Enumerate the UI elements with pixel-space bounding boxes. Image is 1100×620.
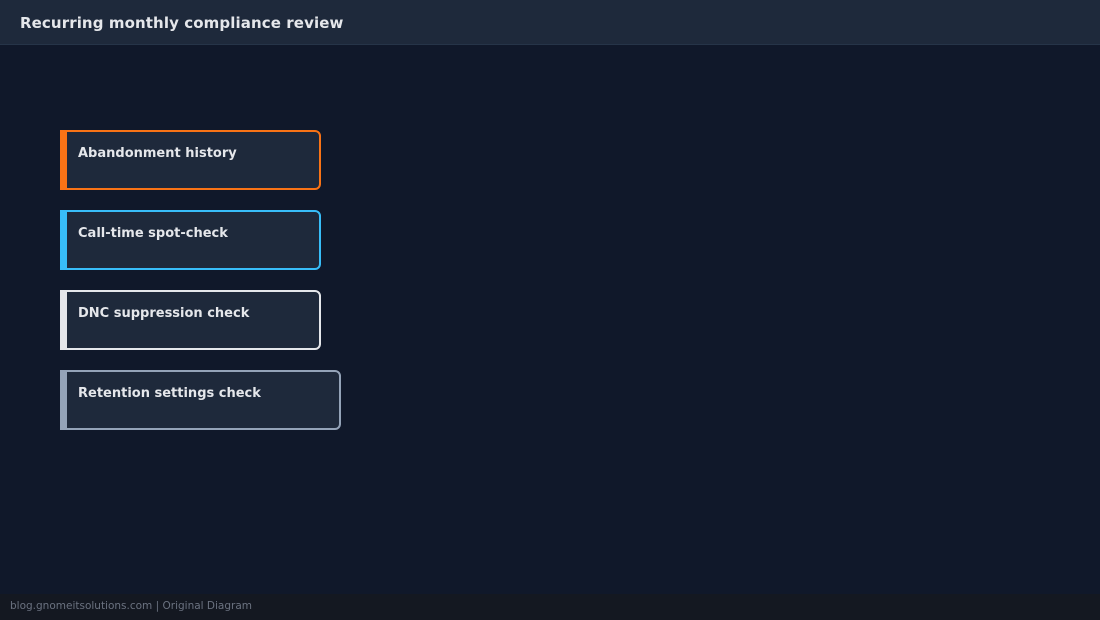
node-abandonment-history: Abandonment history (60, 130, 321, 190)
node-label: Call-time spot-check (78, 226, 228, 241)
node-dnc-suppression-check: DNC suppression check (60, 290, 321, 350)
footer-bar: blog.gnomeitsolutions.com | Original Dia… (0, 594, 1100, 620)
header-bar: Recurring monthly compliance review (0, 0, 1100, 45)
node-retention-settings-check: Retention settings check (60, 370, 341, 430)
node-label: Abandonment history (78, 146, 237, 161)
footer-credit: blog.gnomeitsolutions.com | Original Dia… (10, 600, 253, 612)
node-call-time-spot-check: Call-time spot-check (60, 210, 321, 270)
page-title: Recurring monthly compliance review (20, 14, 344, 32)
node-label: Retention settings check (78, 386, 261, 401)
diagram-page: Recurring monthly compliance review Aban… (0, 0, 1100, 620)
diagram-canvas: Abandonment history Call-time spot-check… (0, 46, 1100, 594)
node-label: DNC suppression check (78, 306, 250, 321)
